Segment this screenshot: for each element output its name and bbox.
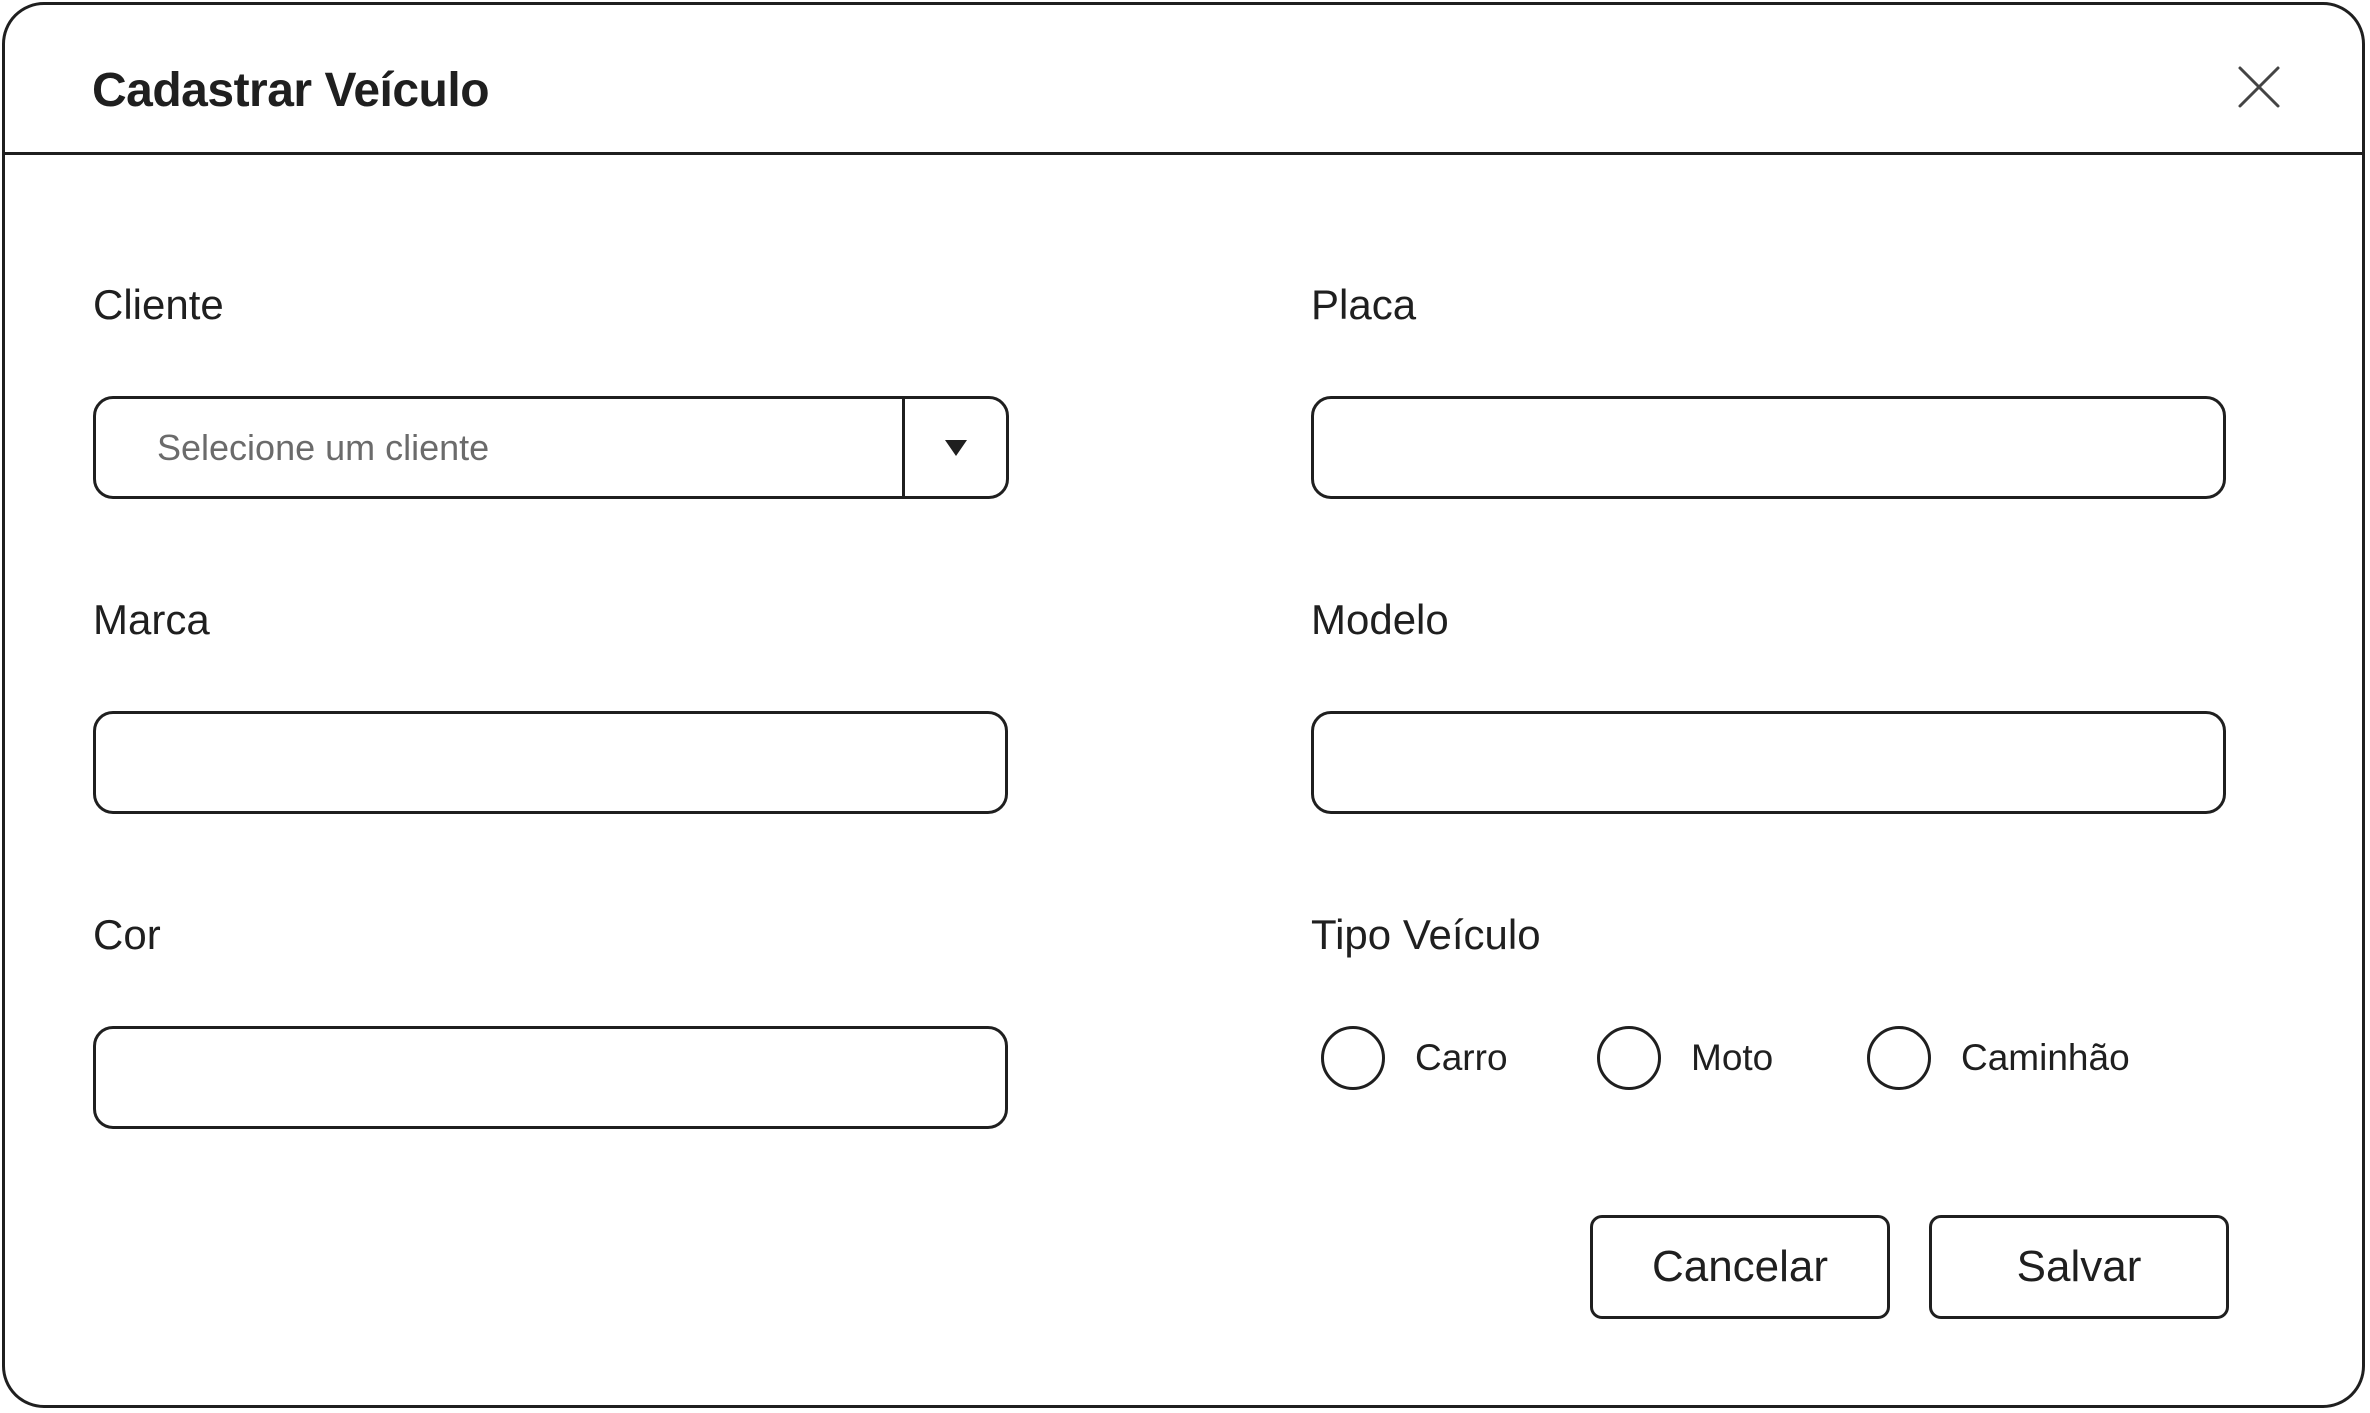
- cor-label: Cor: [93, 911, 161, 958]
- cor-input[interactable]: [93, 1026, 1008, 1129]
- radio-label: Carro: [1415, 1037, 1508, 1078]
- register-vehicle-dialog: Cadastrar Veículo Cliente Selecione um c…: [2, 2, 2365, 1408]
- radio-button[interactable]: [1597, 1026, 1661, 1090]
- triangle-down-icon: [944, 439, 967, 456]
- save-button[interactable]: Salvar: [1929, 1215, 2229, 1319]
- marca-label: Marca: [93, 596, 210, 643]
- modelo-label: Modelo: [1311, 596, 1449, 643]
- marca-input[interactable]: [93, 711, 1008, 814]
- cliente-select[interactable]: Selecione um cliente: [93, 396, 1009, 499]
- placa-input[interactable]: [1311, 396, 2226, 499]
- placa-label: Placa: [1311, 281, 1417, 328]
- radio-label: Moto: [1691, 1037, 1774, 1078]
- tipo-veiculo-label: Tipo Veículo: [1311, 911, 1541, 958]
- modelo-input[interactable]: [1311, 711, 2226, 814]
- dialog-header: Cadastrar Veículo: [5, 5, 2362, 155]
- dropdown-button[interactable]: [905, 399, 1006, 496]
- radio-label: Caminhão: [1961, 1037, 2130, 1078]
- radio-button[interactable]: [1321, 1026, 1385, 1090]
- cancel-button[interactable]: Cancelar: [1590, 1215, 1890, 1319]
- dialog-title: Cadastrar Veículo: [92, 64, 490, 117]
- close-icon: [2238, 66, 2280, 108]
- cliente-label: Cliente: [93, 281, 224, 328]
- radio-button[interactable]: [1867, 1026, 1931, 1090]
- cliente-select-placeholder: Selecione um cliente: [157, 427, 490, 468]
- close-button[interactable]: [2233, 61, 2285, 113]
